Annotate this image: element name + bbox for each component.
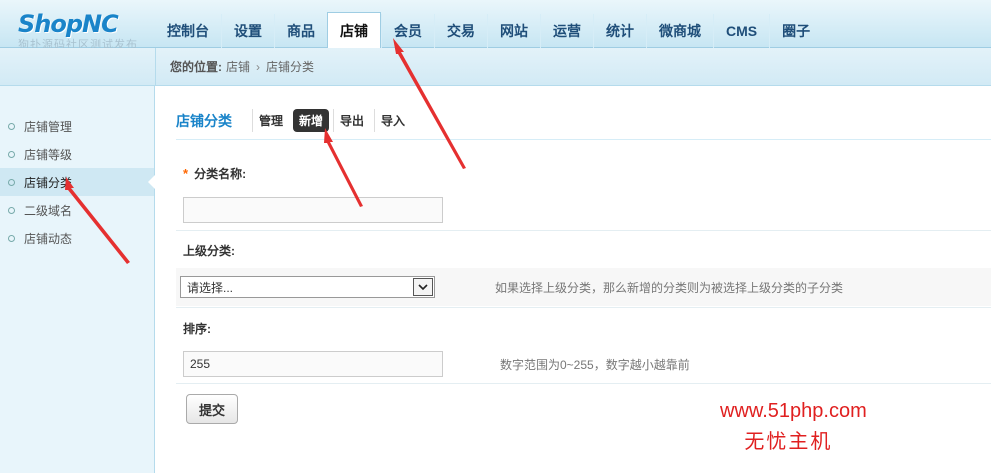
sidebar-header (0, 48, 155, 86)
sort-label: 排序: (183, 322, 211, 336)
parent-label-row: 上级分类: (183, 242, 235, 259)
tab-divider (176, 139, 991, 140)
nav-item-store[interactable]: 店铺 (327, 12, 381, 48)
logo-brand: ShopNC (18, 10, 119, 38)
nav-label: 会员 (394, 23, 422, 39)
breadcrumb: 您的位置: 店铺 › 店铺分类 (155, 48, 991, 86)
row-divider (176, 307, 991, 308)
sidebar-item-store-grade[interactable]: 店铺等级 (0, 140, 154, 168)
sidebar-item-subdomain[interactable]: 二级域名 (0, 196, 154, 224)
sidebar-item-label: 店铺管理 (24, 119, 73, 134)
nav-label: CMS (726, 23, 758, 39)
parent-category-select[interactable]: 请选择... (180, 276, 435, 298)
page-title: 店铺分类 (176, 112, 232, 129)
nav-label: 微商城 (659, 23, 701, 39)
nav-label: 网站 (500, 23, 528, 39)
row-divider (176, 230, 991, 231)
main-nav: 控制台 设置 商品 店铺 会员 交易 网站 运营 统计 微商城 CMS 圈子 (155, 12, 822, 48)
nav-label: 商品 (287, 23, 315, 39)
parent-field-row: 请选择... 如果选择上级分类，那么新增的分类则为被选择上级分类的子分类 (176, 268, 991, 306)
nav-item-operation[interactable]: 运营 (540, 14, 593, 48)
nav-item-cms[interactable]: CMS (713, 14, 769, 48)
watermark-title: 无忧主机 (744, 431, 833, 453)
watermark-url: www.51php.com (720, 400, 867, 422)
category-name-input[interactable] (183, 197, 443, 223)
breadcrumb-separator: › (256, 59, 261, 74)
breadcrumb-level2: 店铺分类 (266, 60, 315, 74)
nav-item-member[interactable]: 会员 (381, 14, 434, 48)
tab-bar: 店铺分类 管理 新增 导出 导入 (176, 109, 415, 132)
nav-label: 交易 (447, 23, 475, 39)
sidebar-item-label: 店铺等级 (24, 147, 73, 162)
row-divider (176, 383, 991, 384)
bullet-icon (8, 122, 15, 130)
watermark: www.51php.com 无忧主机 (720, 400, 867, 454)
nav-item-circle[interactable]: 圈子 (769, 14, 822, 48)
parent-label: 上级分类: (183, 244, 235, 258)
bullet-icon (8, 150, 15, 158)
tab-add[interactable]: 新增 (293, 109, 330, 132)
bullet-icon (8, 178, 15, 186)
submit-button[interactable]: 提交 (186, 394, 238, 424)
bullet-icon (8, 234, 15, 242)
breadcrumb-prefix: 您的位置: (170, 60, 222, 74)
chevron-down-icon[interactable] (413, 278, 433, 296)
nav-label: 控制台 (167, 23, 209, 39)
sidebar-item-label: 二级域名 (24, 203, 73, 218)
name-label: 分类名称: (194, 167, 247, 181)
nav-item-goods[interactable]: 商品 (274, 14, 327, 48)
nav-label: 统计 (606, 23, 634, 39)
top-header: ShopNC 狗扑源码社区测试发布 控制台 设置 商品 店铺 会员 交易 网站 … (0, 0, 991, 51)
bullet-icon (8, 206, 15, 214)
logo[interactable]: ShopNC 狗扑源码社区测试发布 (18, 10, 158, 52)
nav-item-settings[interactable]: 设置 (221, 14, 274, 48)
sort-label-row: 排序: (183, 320, 211, 337)
tab-manage[interactable]: 管理 (252, 109, 289, 132)
sidebar-item-label: 店铺分类 (24, 175, 73, 190)
sidebar-item-store-manage[interactable]: 店铺管理 (0, 112, 154, 140)
sort-field-row: 数字范围为0~255，数字越小越靠前 (176, 345, 991, 383)
required-mark: * (183, 166, 189, 181)
nav-label: 圈子 (782, 23, 811, 39)
sidebar-item-store-category[interactable]: 店铺分类 (0, 168, 155, 196)
nav-label: 运营 (553, 23, 581, 39)
name-field-row (176, 191, 991, 229)
sort-input[interactable] (183, 351, 443, 377)
tab-export[interactable]: 导出 (333, 109, 370, 132)
nav-item-microshop[interactable]: 微商城 (646, 14, 713, 48)
sidebar-item-label: 店铺动态 (24, 231, 73, 246)
sidebar-item-store-news[interactable]: 店铺动态 (0, 224, 154, 252)
nav-item-website[interactable]: 网站 (487, 14, 540, 48)
parent-hint: 如果选择上级分类，那么新增的分类则为被选择上级分类的子分类 (495, 280, 844, 295)
nav-label: 店铺 (340, 22, 368, 39)
nav-item-trade[interactable]: 交易 (434, 14, 487, 48)
sort-hint: 数字范围为0~255，数字越小越靠前 (500, 357, 690, 372)
tab-import[interactable]: 导入 (374, 109, 411, 132)
sidebar: 店铺管理 店铺等级 店铺分类 二级域名 店铺动态 (0, 86, 155, 473)
nav-item-stats[interactable]: 统计 (593, 14, 646, 48)
nav-item-dashboard[interactable]: 控制台 (155, 14, 221, 48)
nav-label: 设置 (234, 23, 262, 39)
breadcrumb-level1[interactable]: 店铺 (226, 58, 250, 75)
select-value: 请选择... (187, 280, 234, 295)
name-label-row: * 分类名称: (183, 165, 246, 182)
